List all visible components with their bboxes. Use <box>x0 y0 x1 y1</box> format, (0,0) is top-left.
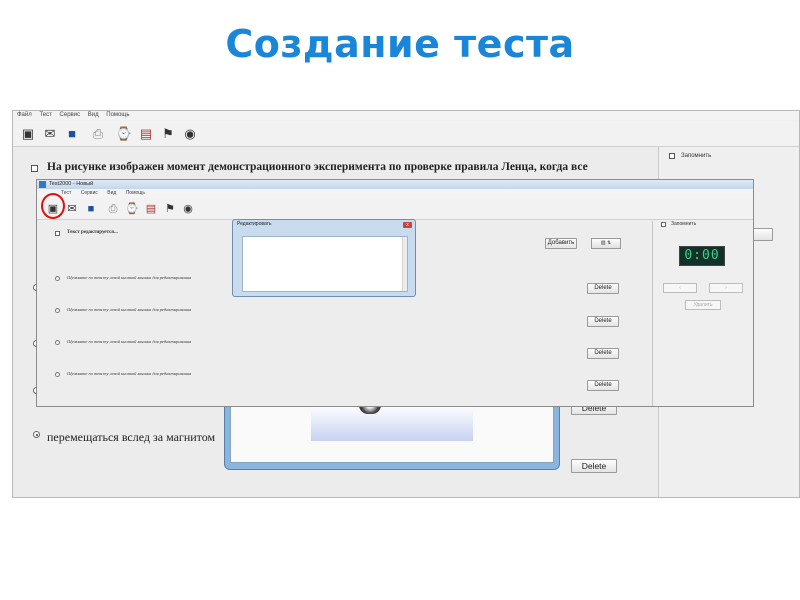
menu-test[interactable]: Тест <box>39 112 51 118</box>
menu-service[interactable]: Сервис <box>81 190 98 196</box>
menu-view[interactable]: Вид <box>88 112 99 118</box>
delete-button[interactable]: Delete <box>587 283 619 294</box>
remember-label: Запомнить <box>671 221 697 227</box>
close-icon[interactable]: x <box>403 222 412 228</box>
print-icon[interactable]: ⎙ <box>89 125 107 143</box>
open-icon[interactable]: ✉ <box>41 125 59 143</box>
view-icon[interactable]: ◉ <box>181 125 199 143</box>
answer-text[interactable]: перемещаться вслед за магнитом <box>47 430 215 445</box>
add-button[interactable]: Добавить <box>545 238 577 249</box>
back-toolbar: ▣ ✉ ■ ⎙ ⌚ ▤ ⚑ ◉ <box>13 121 799 147</box>
answer-placeholder[interactable]: Щелкните по тексту левой кнопкой мышки д… <box>67 339 191 344</box>
disabled-button: › <box>709 283 743 293</box>
highlight-circle <box>41 193 65 219</box>
back-menubar: Файл Тест Сервис Вид Помощь <box>13 111 799 120</box>
print-icon[interactable]: ⎙ <box>105 201 121 217</box>
answer-radio[interactable] <box>55 340 60 345</box>
view-icon[interactable]: ◉ <box>180 201 196 217</box>
image-dialog-frame <box>224 400 560 470</box>
image-dialog-body <box>230 400 554 463</box>
delete-button[interactable]: Delete <box>587 380 619 391</box>
settings-icon[interactable]: ⚑ <box>162 201 178 217</box>
app-icon <box>39 181 46 188</box>
answer-radio[interactable] <box>55 308 60 313</box>
front-toolbar: ▣ ✉ ■ ⎙ ⌚ ▤ ⚑ ◉ <box>37 198 753 220</box>
menu-service[interactable]: Сервис <box>60 112 81 118</box>
menu-test[interactable]: Тест <box>61 190 71 196</box>
window-title: Test2000 - Новый <box>49 181 94 187</box>
slide: Создание теста Файл Тест Сервис Вид Помо… <box>0 0 800 600</box>
timer-icon[interactable]: ⌚ <box>115 125 133 143</box>
answer-placeholder[interactable]: Щелкните по тексту левой кнопкой мышки д… <box>67 307 191 312</box>
front-side-panel: Запомнить 0:00 ‹ › Удалить <box>655 221 753 406</box>
delete-button[interactable]: Delete <box>587 316 619 327</box>
menu-help[interactable]: Помощь <box>126 190 145 196</box>
question-text[interactable]: На рисунке изображен момент демонстрацио… <box>47 161 588 173</box>
edit-dialog-title: Редактировать <box>237 221 272 227</box>
export-icon[interactable]: ▤ <box>143 201 159 217</box>
experiment-image <box>311 405 473 441</box>
new-test-icon[interactable]: ▣ <box>19 125 37 143</box>
save-icon[interactable]: ■ <box>63 125 81 143</box>
save-icon[interactable]: ■ <box>83 201 99 217</box>
delete-timer-button[interactable]: Удалить <box>685 300 721 310</box>
disabled-button: ‹ <box>663 283 697 293</box>
question-checkbox[interactable] <box>31 165 38 172</box>
menu-file[interactable]: Файл <box>17 112 32 118</box>
export-icon[interactable]: ▤ <box>137 125 155 143</box>
side-button[interactable] <box>751 228 773 241</box>
slide-title: Создание теста <box>225 22 575 66</box>
open-icon[interactable]: ✉ <box>64 201 80 217</box>
front-titlebar: Test2000 - Новый <box>37 180 753 189</box>
edit-textarea[interactable] <box>242 236 408 292</box>
scrollbar[interactable] <box>402 237 407 291</box>
timer-display: 0:00 <box>679 246 725 266</box>
edit-dialog: Редактировать x <box>232 219 416 297</box>
timer-icon[interactable]: ⌚ <box>124 201 140 217</box>
front-menubar: Тест Сервис Вид Помощь <box>37 189 753 198</box>
answer-radio[interactable] <box>55 372 60 377</box>
remember-label: Запомнить <box>681 153 712 159</box>
remember-checkbox[interactable] <box>669 153 675 159</box>
menu-view[interactable]: Вид <box>107 190 116 196</box>
answer-radio[interactable] <box>55 276 60 281</box>
question-checkbox[interactable] <box>55 231 60 236</box>
insert-image-button[interactable]: ▧ ⇅ <box>591 238 621 249</box>
delete-button[interactable]: Delete <box>587 348 619 359</box>
remember-checkbox[interactable] <box>661 222 666 227</box>
answer-placeholder[interactable]: Щелкните по тексту левой кнопкой мышки д… <box>67 371 191 376</box>
menu-help[interactable]: Помощь <box>106 112 129 118</box>
answer-radio-selected[interactable] <box>33 431 40 438</box>
answer-placeholder[interactable]: Щелкните по тексту левой кнопкой мышки д… <box>67 275 191 280</box>
settings-icon[interactable]: ⚑ <box>159 125 177 143</box>
delete-button[interactable]: Delete <box>571 459 617 473</box>
question-placeholder[interactable]: Текст редактируется... <box>67 230 118 235</box>
